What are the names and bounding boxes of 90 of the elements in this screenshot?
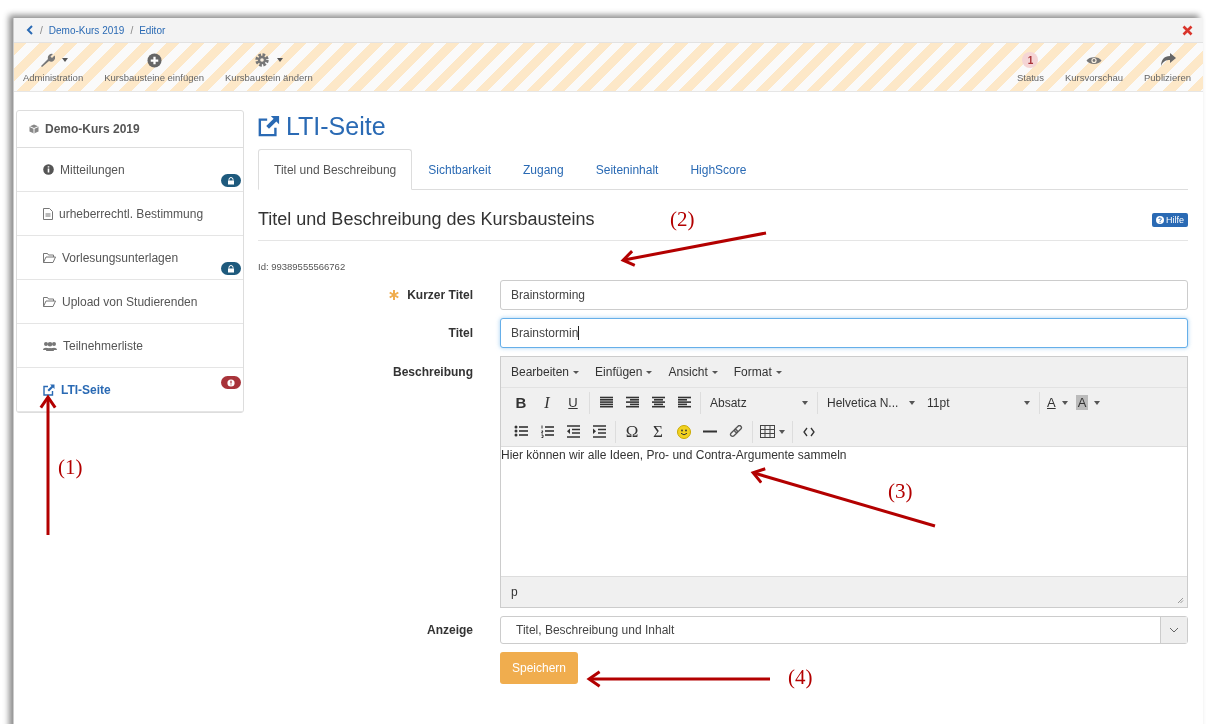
editor-menu[interactable]: Ansicht xyxy=(668,365,718,379)
course-tree-item[interactable]: Teilnehmerliste xyxy=(17,324,243,368)
tab[interactable]: Sichtbarkeit xyxy=(412,149,507,190)
lock-badge xyxy=(221,262,241,275)
bullet-list-icon xyxy=(513,425,529,438)
outdent-icon xyxy=(565,425,581,438)
external-link-icon xyxy=(258,115,280,137)
question-icon xyxy=(1156,215,1164,224)
annotation-label: (2) xyxy=(670,207,695,231)
eye-icon xyxy=(1085,54,1102,66)
folder-icon xyxy=(43,252,56,263)
align-justify-icon xyxy=(598,396,614,409)
warning-badge xyxy=(221,376,241,389)
toolbar-button[interactable]: Kursbaustein ändern xyxy=(216,43,325,91)
chevron-down-icon xyxy=(1169,627,1179,633)
document-icon xyxy=(43,207,53,220)
align-left-icon xyxy=(676,396,692,409)
background-color-button[interactable]: A xyxy=(1071,391,1105,414)
annotation-label: (4) xyxy=(788,665,813,689)
numbered-list-icon xyxy=(539,425,555,438)
editor-dropdown[interactable]: 11pt xyxy=(921,395,1036,410)
editor-menu[interactable]: Bearbeiten xyxy=(511,365,580,379)
plus-circle-icon xyxy=(146,52,162,68)
link-icon xyxy=(729,424,743,439)
tab[interactable]: Titel und Beschreibung xyxy=(258,149,413,190)
tab[interactable]: Seiteninhalt xyxy=(579,149,675,190)
users-icon xyxy=(43,340,57,351)
course-tree-item[interactable]: Upload von Studierenden xyxy=(17,280,243,324)
course-tree-item[interactable]: Vorlesungsunterlagen xyxy=(17,236,243,280)
annotation-label: (3) xyxy=(888,479,913,503)
page-title: LTI-Seite xyxy=(286,111,386,141)
display-select[interactable]: Titel, Beschreibung und Inhalt xyxy=(500,616,1188,644)
share-arrow-icon xyxy=(1159,53,1176,67)
lock-badge xyxy=(221,174,241,187)
breadcrumb-link[interactable]: Demo-Kurs 2019 xyxy=(48,24,125,36)
text-input[interactable]: Brainstorming xyxy=(500,280,1188,310)
underline-button[interactable]: U xyxy=(560,391,586,414)
italic-button[interactable]: I xyxy=(534,391,560,414)
text-color-button[interactable]: A xyxy=(1043,391,1072,414)
field-label: Anzeige xyxy=(427,623,473,637)
external-link-icon xyxy=(43,383,55,396)
field-label: Titel xyxy=(448,326,473,340)
toolbar-button[interactable]: Kursvorschau xyxy=(1055,43,1135,91)
code-icon xyxy=(803,426,815,437)
field-label: Beschreibung xyxy=(393,365,473,379)
tab[interactable]: Zugang xyxy=(507,149,580,190)
caret-icon xyxy=(61,58,68,62)
info-icon xyxy=(43,164,54,175)
symbol-button[interactable]: Σ xyxy=(645,420,671,443)
field-label: Kurzer Titel xyxy=(407,288,473,302)
bold-button[interactable]: B xyxy=(508,391,534,414)
course-tree-item[interactable]: urheberrechtl. Bestimmung xyxy=(17,192,243,236)
toolbar-button[interactable]: Publizieren xyxy=(1135,43,1203,91)
status-count-badge: 1 xyxy=(1022,52,1039,68)
description-text: Hier können wir alle Ideen, Pro- und Contra-Argumente sammeln xyxy=(501,448,847,462)
toolbar-button[interactable]: Kursbausteine einfügen xyxy=(95,43,217,91)
indent-icon xyxy=(591,425,607,438)
horizontal-line-icon xyxy=(702,430,718,433)
symbol-button[interactable]: Ω xyxy=(619,420,645,443)
smiley-icon xyxy=(677,424,691,439)
annotation-label: (1) xyxy=(58,455,83,479)
folder-icon xyxy=(43,296,56,307)
resize-handle-icon[interactable] xyxy=(1177,597,1184,604)
toolbar-button[interactable]: Administration xyxy=(14,43,96,91)
align-right-icon xyxy=(624,396,640,409)
cube-icon xyxy=(29,124,39,134)
caret-icon xyxy=(779,429,785,434)
text-input[interactable]: Brainstormin xyxy=(500,318,1188,348)
tab[interactable]: HighScore xyxy=(674,149,763,190)
course-title[interactable]: Demo-Kurs 2019 xyxy=(45,122,140,136)
caret-icon xyxy=(277,58,284,62)
element-path: p xyxy=(511,585,518,599)
table-icon xyxy=(760,425,775,438)
breadcrumb-separator: / xyxy=(130,24,134,36)
gear-icon xyxy=(254,52,271,68)
help-button[interactable]: Hilfe xyxy=(1152,212,1188,227)
breadcrumb-link[interactable]: Editor xyxy=(139,24,166,36)
course-tree-item[interactable]: LTI-Seite xyxy=(17,368,243,412)
align-center-icon xyxy=(650,396,666,409)
toolbar-button[interactable]: 1 Status xyxy=(1007,43,1056,91)
editor-menu[interactable]: Format xyxy=(733,365,782,379)
back-icon[interactable] xyxy=(26,25,34,35)
section-heading: Titel und Beschreibung des Kursbausteins xyxy=(258,209,595,230)
editor-dropdown[interactable]: Helvetica N... xyxy=(821,395,921,410)
editor-menu[interactable]: Einfügen xyxy=(595,365,653,379)
breadcrumb-separator: / xyxy=(40,24,43,36)
close-icon[interactable] xyxy=(1182,24,1193,36)
editor-dropdown[interactable]: Absatz xyxy=(704,395,814,410)
node-id-text: Id: 99389555566762 xyxy=(258,261,347,272)
course-tree-item[interactable]: Mitteilungen xyxy=(17,148,243,192)
